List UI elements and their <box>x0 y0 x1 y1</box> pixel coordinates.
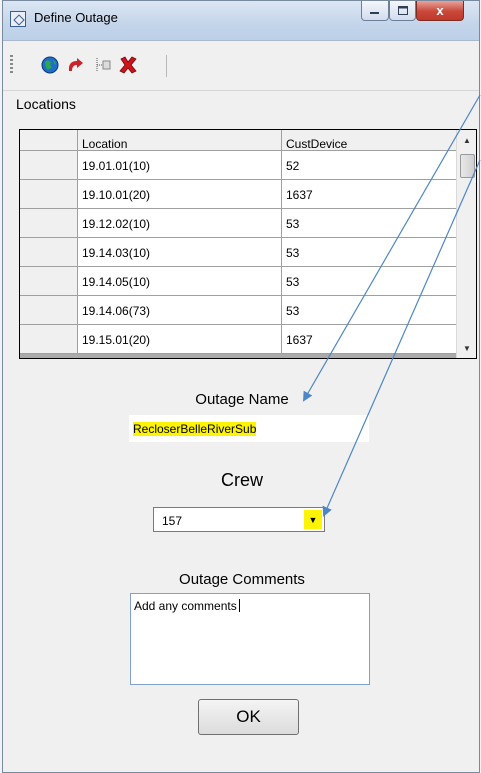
crew-label: Crew <box>220 470 263 490</box>
row-header[interactable] <box>20 238 78 267</box>
outage-comments-textarea[interactable]: Add any comments <box>130 593 370 685</box>
custdevice-cell[interactable]: 53 <box>282 238 457 267</box>
minimize-icon <box>370 11 379 14</box>
window-title: Define Outage <box>34 10 118 25</box>
toolbar-grip-icon[interactable] <box>10 55 13 75</box>
outage-comments-label: Outage Comments <box>179 571 305 588</box>
table-row[interactable]: 19.01.01(10) 52 <box>20 151 457 180</box>
define-outage-window: Define Outage x Locations Location CustD… <box>2 0 480 773</box>
outage-name-label: Outage Name <box>195 391 289 408</box>
vertical-scrollbar[interactable]: ▲ ▼ <box>456 130 476 358</box>
row-header[interactable] <box>20 180 78 209</box>
crew-value: 157 <box>162 514 183 528</box>
crew-select[interactable]: 157 ▼ <box>153 507 325 532</box>
maximize-icon <box>397 6 408 15</box>
toolbar-separator <box>166 55 167 77</box>
table-row[interactable]: 19.14.05(10) 53 <box>20 267 457 296</box>
custdevice-cell[interactable]: 1637 <box>282 325 457 354</box>
minimize-button[interactable] <box>361 1 389 21</box>
chevron-down-icon[interactable]: ▼ <box>304 510 322 529</box>
close-button[interactable]: x <box>416 1 464 21</box>
scrollbar-thumb[interactable] <box>460 154 475 178</box>
redo-arrow-icon <box>68 58 83 71</box>
close-icon: x <box>436 3 444 18</box>
row-header[interactable] <box>20 296 78 325</box>
row-header-corner <box>20 130 78 151</box>
table-row[interactable]: 19.10.01(20) 1637 <box>20 180 457 209</box>
location-cell[interactable]: 19.14.05(10) <box>78 267 282 296</box>
ok-button[interactable]: OK <box>198 699 299 735</box>
locations-label: Locations <box>16 96 76 112</box>
locations-grid[interactable]: Location CustDevice 19.01.01(10) 52 19.1… <box>19 129 477 359</box>
row-header[interactable] <box>20 151 78 180</box>
globe-icon <box>41 56 59 74</box>
row-header[interactable] <box>20 325 78 354</box>
title-bar[interactable]: Define Outage x <box>3 1 479 41</box>
location-cell[interactable]: 19.14.03(10) <box>78 238 282 267</box>
row-header[interactable] <box>20 209 78 238</box>
table-row[interactable]: 19.15.01(20) 1637 <box>20 325 457 354</box>
redo-button[interactable] <box>65 54 87 76</box>
globe-button[interactable] <box>39 54 61 76</box>
delete-button[interactable] <box>117 54 139 76</box>
custdevice-cell[interactable]: 1637 <box>282 180 457 209</box>
location-cell[interactable]: 19.12.02(10) <box>78 209 282 238</box>
location-cell[interactable]: 19.10.01(20) <box>78 180 282 209</box>
location-cell[interactable]: 19.01.01(10) <box>78 151 282 180</box>
outage-name-input[interactable]: RecloserBelleRiverSub <box>129 415 369 442</box>
row-header[interactable] <box>20 267 78 296</box>
text-caret <box>238 599 240 612</box>
scroll-down-arrow-icon[interactable]: ▼ <box>457 338 476 358</box>
custdevice-cell[interactable]: 53 <box>282 267 457 296</box>
column-header-location[interactable]: Location <box>78 130 282 151</box>
custdevice-cell[interactable]: 53 <box>282 296 457 325</box>
table-row[interactable]: 19.14.03(10) 53 <box>20 238 457 267</box>
grid-body: Location CustDevice 19.01.01(10) 52 19.1… <box>20 130 457 358</box>
grid-header-row: Location CustDevice <box>20 130 457 151</box>
location-cell[interactable]: 19.14.06(73) <box>78 296 282 325</box>
maximize-button[interactable] <box>389 1 416 21</box>
outage-comments-value: Add any comments <box>134 599 237 613</box>
scroll-up-arrow-icon[interactable]: ▲ <box>457 130 476 150</box>
app-icon[interactable] <box>10 11 26 27</box>
tree-icon <box>96 58 111 72</box>
delete-x-icon <box>119 56 137 74</box>
column-header-custdevice[interactable]: CustDevice <box>282 130 457 151</box>
custdevice-cell[interactable]: 52 <box>282 151 457 180</box>
table-row[interactable]: 19.12.02(10) 53 <box>20 209 457 238</box>
tree-button[interactable] <box>91 54 113 76</box>
table-row[interactable]: 19.14.06(73) 53 <box>20 296 457 325</box>
toolbar <box>3 43 479 91</box>
location-cell[interactable]: 19.15.01(20) <box>78 325 282 354</box>
custdevice-cell[interactable]: 53 <box>282 209 457 238</box>
outage-name-value: RecloserBelleRiverSub <box>133 422 257 436</box>
